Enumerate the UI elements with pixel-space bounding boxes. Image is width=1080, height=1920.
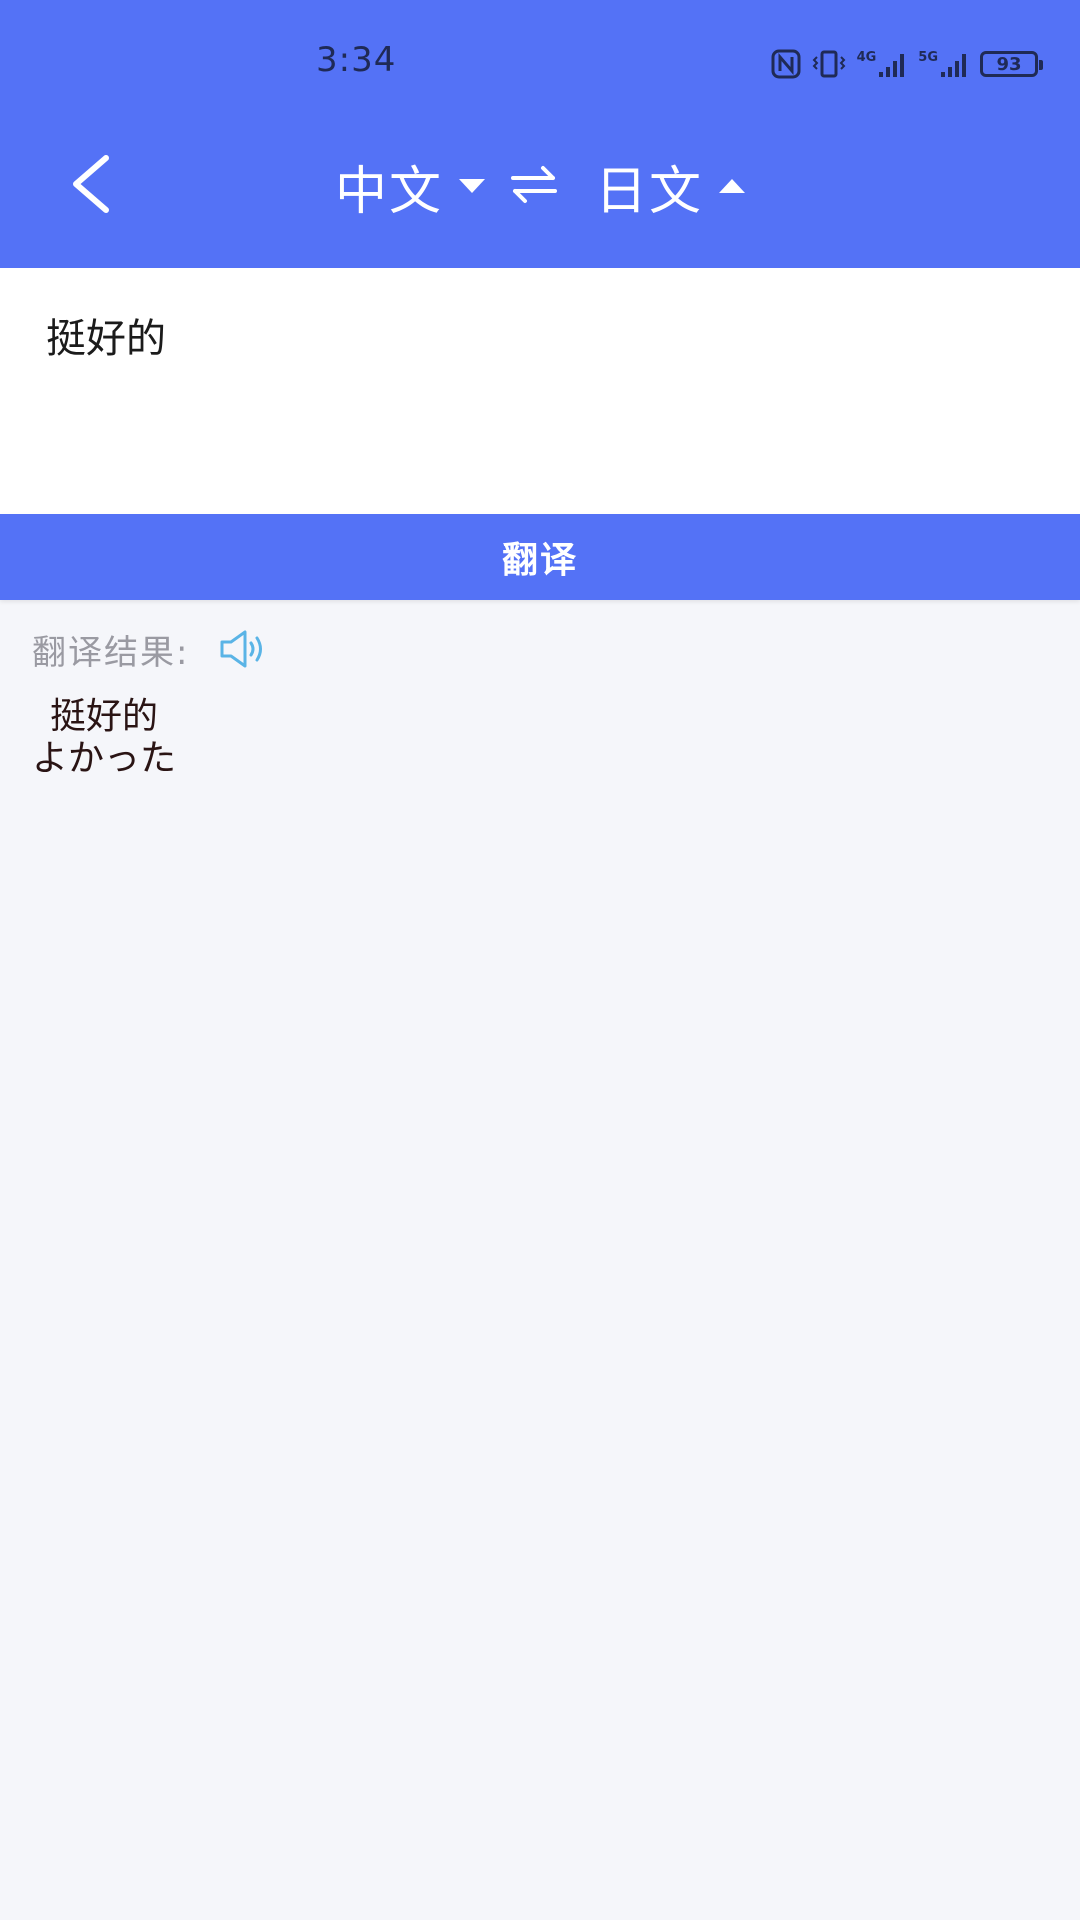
back-arrow-icon [68, 154, 112, 218]
result-label: 翻译结果: [32, 632, 190, 673]
result-header: 翻译结果: [32, 626, 269, 673]
caret-down-icon [459, 179, 485, 193]
language-selector: 中文 日文 [0, 150, 1080, 222]
battery-icon: 93 [980, 51, 1043, 77]
target-language-label: 日文 [595, 161, 704, 222]
swap-icon [509, 164, 559, 208]
result-translated-line: よかった [32, 738, 177, 779]
result-source-line: 挺好的 [50, 696, 159, 737]
signal-5g-icon: 5G [918, 50, 970, 78]
signal-4g-icon: 4G [857, 50, 909, 78]
source-text-input[interactable]: 挺好的 [0, 268, 1080, 514]
translate-button[interactable]: 翻译 [0, 514, 1080, 600]
battery-level: 93 [996, 53, 1022, 75]
vibrate-icon [811, 49, 847, 79]
back-button[interactable] [60, 150, 120, 222]
swap-languages-button[interactable] [509, 164, 559, 208]
source-text-value: 挺好的 [46, 316, 166, 362]
caret-up-icon [719, 179, 746, 193]
app-header: 3:34 4G 5G 93 中文 日文 [0, 0, 1080, 268]
status-icons: 4G 5G 93 [771, 46, 1043, 82]
nfc-icon [771, 49, 801, 79]
source-language-label: 中文 [334, 161, 443, 222]
network-5g-label: 5G [918, 50, 938, 65]
target-language-button[interactable]: 日文 [595, 149, 746, 224]
network-4g-label: 4G [856, 50, 877, 65]
translation-result: 挺好的 よかった [32, 696, 176, 780]
source-language-button[interactable]: 中文 [335, 149, 485, 224]
status-time: 3:34 [316, 40, 397, 80]
speaker-icon[interactable] [219, 629, 269, 669]
